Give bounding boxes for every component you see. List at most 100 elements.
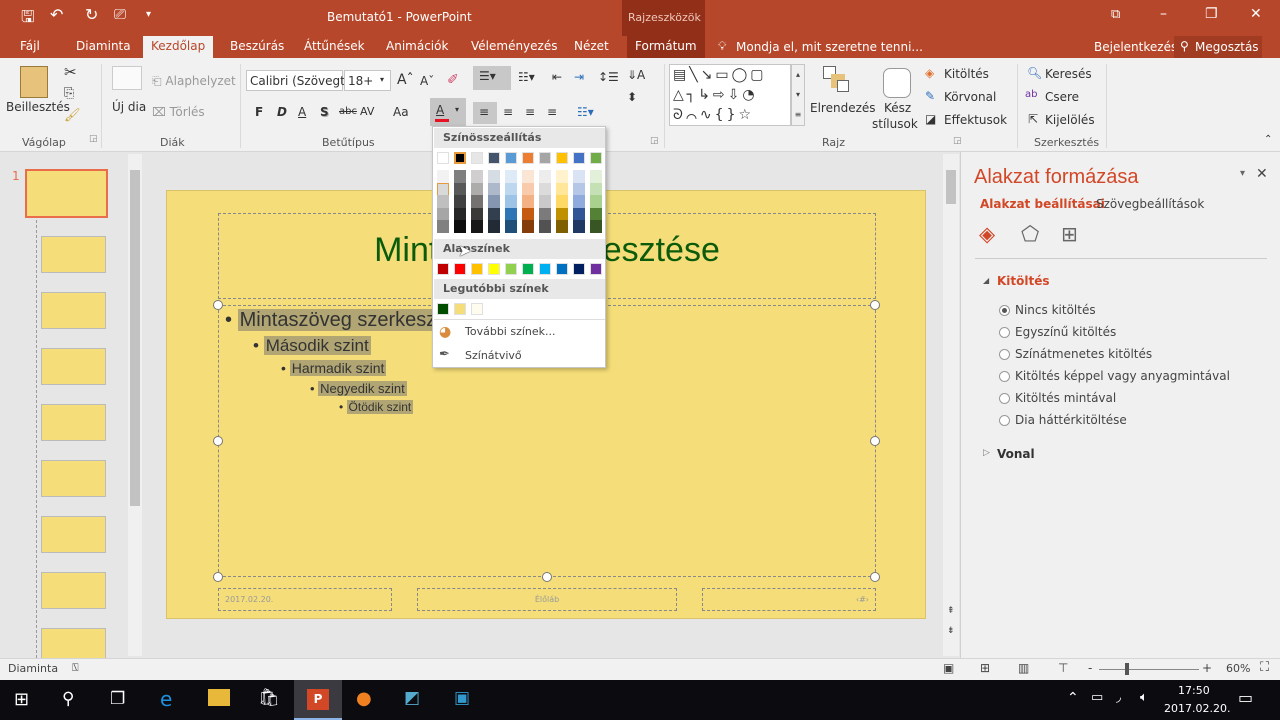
theme-shade-swatch[interactable]	[590, 182, 602, 196]
effects-pentagon-icon[interactable]: ⬠	[1021, 222, 1039, 246]
theme-shade-swatch[interactable]	[454, 182, 466, 196]
align-text-icon[interactable]: ⬍	[627, 90, 637, 104]
cut-icon[interactable]: ✂	[64, 63, 77, 81]
tab-view[interactable]: Nézet	[566, 36, 617, 58]
thumbnail-layout[interactable]	[41, 516, 106, 553]
theme-shade-swatch[interactable]	[539, 170, 551, 183]
tab-home[interactable]: Kezdőlap	[143, 36, 214, 58]
copy-icon[interactable]: ⎘	[64, 86, 74, 101]
thumbnail-layout[interactable]	[41, 404, 106, 441]
thumbnail-layout[interactable]	[41, 572, 106, 609]
theme-shade-swatch[interactable]	[437, 195, 449, 209]
font-size-combo[interactable]: 18+ ▾	[344, 70, 391, 91]
more-colors-item[interactable]: További színek...	[465, 325, 556, 338]
radio-pattern-fill[interactable]	[999, 393, 1010, 404]
dialog-launcher-icon[interactable]: ◲	[953, 136, 962, 146]
theme-shade-swatch[interactable]	[556, 195, 568, 209]
change-case-button[interactable]: Aa	[393, 105, 409, 119]
option-solid-fill[interactable]: Egyszínű kitöltés	[1015, 325, 1116, 339]
standard-color-swatch[interactable]	[556, 263, 568, 275]
battery-icon[interactable]: ▭	[1091, 690, 1103, 705]
theme-color-swatch[interactable]	[437, 152, 449, 164]
slide-sorter-icon[interactable]: ⊞	[980, 661, 990, 675]
standard-color-swatch[interactable]	[522, 263, 534, 275]
numbering-icon[interactable]: ☷▾	[518, 70, 535, 84]
theme-shade-swatch[interactable]	[454, 195, 466, 209]
standard-color-swatch[interactable]	[488, 263, 500, 275]
theme-shade-swatch[interactable]	[505, 195, 517, 209]
collapse-ribbon-icon[interactable]: ⌃	[1264, 134, 1272, 145]
ribbon-display-icon[interactable]: ⧉	[1111, 7, 1120, 22]
quick-styles-button[interactable]: stílusok	[872, 117, 918, 131]
spelling-icon[interactable]: ⍂	[72, 661, 79, 675]
align-center-icon[interactable]: ≡	[503, 105, 513, 119]
app-icon[interactable]: ◩	[404, 688, 420, 708]
shape-outline-button[interactable]: Körvonal	[944, 90, 996, 104]
clear-formatting-icon[interactable]: ✐	[447, 72, 459, 88]
theme-shade-swatch[interactable]	[488, 207, 500, 221]
canvas-scrollbar[interactable]: ⇞ ⇟	[943, 154, 959, 656]
theme-shade-swatch[interactable]	[556, 220, 568, 234]
theme-shade-swatch[interactable]	[471, 207, 483, 221]
zoom-slider[interactable]	[1099, 669, 1199, 670]
theme-shade-swatch[interactable]	[505, 170, 517, 183]
standard-color-swatch[interactable]	[590, 263, 602, 275]
zoom-slider-thumb[interactable]	[1125, 663, 1129, 675]
new-slide-icon[interactable]	[112, 66, 142, 90]
theme-shade-swatch[interactable]	[590, 170, 602, 183]
start-windows-icon[interactable]: ⊞	[14, 689, 29, 710]
task-view-icon[interactable]: ❐	[110, 689, 125, 709]
text-direction-icon[interactable]: ⇓A	[627, 68, 645, 82]
radio-picture-fill[interactable]	[999, 371, 1010, 382]
theme-shade-swatch[interactable]	[539, 207, 551, 221]
format-painter-icon[interactable]: 🖌︎	[64, 108, 81, 123]
new-slide-button[interactable]: Új dia	[112, 100, 146, 114]
standard-color-swatch[interactable]	[437, 263, 449, 275]
edge-icon[interactable]: e	[160, 687, 172, 711]
arrange-button[interactable]: Elrendezés	[810, 101, 876, 115]
recent-color-swatch[interactable]	[471, 303, 483, 315]
standard-color-swatch[interactable]	[573, 263, 585, 275]
theme-shade-swatch[interactable]	[539, 220, 551, 234]
thumbnail-master[interactable]	[25, 169, 108, 218]
action-center-icon[interactable]: ▭	[1238, 688, 1253, 707]
size-properties-icon[interactable]: ⊞	[1061, 222, 1078, 246]
theme-shade-swatch[interactable]	[505, 220, 517, 234]
theme-shade-swatch[interactable]	[437, 170, 449, 183]
delete-button[interactable]: ⌧ Törlés	[152, 105, 205, 119]
minimize-button[interactable]: –	[1160, 6, 1167, 22]
theme-shade-swatch[interactable]	[590, 207, 602, 221]
theme-shade-swatch[interactable]	[437, 220, 449, 234]
theme-shade-swatch[interactable]	[573, 220, 585, 234]
date-placeholder[interactable]: 2017.02.20.	[218, 588, 392, 611]
footer-placeholder[interactable]: Élőláb	[417, 588, 677, 611]
theme-shade-swatch[interactable]	[573, 195, 585, 209]
theme-color-swatch[interactable]	[556, 152, 568, 164]
tab-format[interactable]: Formátum	[627, 36, 705, 58]
file-explorer-icon[interactable]	[208, 689, 230, 706]
tab-transitions[interactable]: Áttűnések	[296, 36, 373, 58]
increase-indent-icon[interactable]: ⇥	[574, 70, 584, 84]
theme-shade-swatch[interactable]	[437, 182, 449, 196]
columns-icon[interactable]: ☷▾	[577, 105, 594, 119]
shapes-gallery[interactable]: ▤╲↘▭◯▢ △┐↳⇨⇩◔ ᘐ⌒∿{}☆	[669, 64, 791, 126]
tab-file[interactable]: Fájl	[12, 36, 48, 58]
option-no-fill[interactable]: Nincs kitöltés	[1015, 303, 1096, 317]
theme-shade-swatch[interactable]	[556, 182, 568, 196]
paste-icon[interactable]	[20, 66, 48, 98]
line-spacing-icon[interactable]: ↕☰	[598, 70, 619, 84]
theme-shade-swatch[interactable]	[505, 207, 517, 221]
option-background-fill[interactable]: Dia háttérkitöltése	[1015, 413, 1127, 427]
theme-color-swatch[interactable]	[505, 152, 517, 164]
theme-color-swatch[interactable]	[454, 152, 466, 164]
theme-color-swatch[interactable]	[539, 152, 551, 164]
reading-view-icon[interactable]: ▥	[1018, 661, 1029, 675]
standard-color-swatch[interactable]	[471, 263, 483, 275]
slide-number-placeholder[interactable]: ‹#›	[702, 588, 876, 611]
justify-icon[interactable]: ≡	[547, 105, 557, 119]
eyedropper-item[interactable]: Színátvivő	[465, 349, 522, 362]
theme-shade-swatch[interactable]	[522, 182, 534, 196]
theme-shade-swatch[interactable]	[454, 207, 466, 221]
volume-icon[interactable]: 🔈︎	[1140, 690, 1148, 705]
recent-color-swatch[interactable]	[437, 303, 449, 315]
